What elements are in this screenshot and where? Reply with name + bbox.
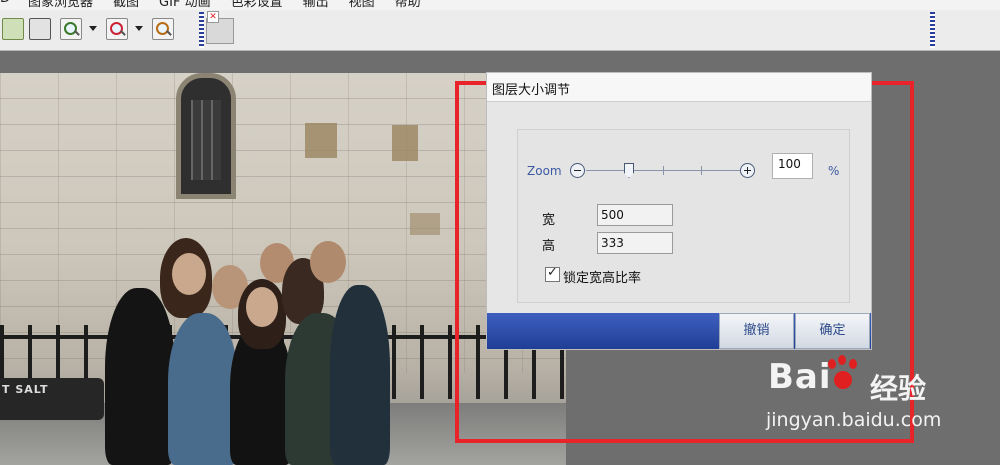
menu-item-image-browser[interactable]: 图象浏览器 — [28, 0, 93, 10]
baidu-paw-icon — [822, 355, 862, 395]
menu-item-output[interactable]: 输出 — [303, 0, 329, 10]
zoom-in-icon[interactable] — [60, 18, 82, 40]
zoom-minus-icon[interactable] — [570, 163, 585, 178]
zoom-out-icon[interactable] — [106, 18, 128, 40]
paste-special-icon[interactable] — [29, 18, 51, 40]
menu-item-screenshot[interactable]: 截图 — [113, 0, 139, 10]
menu-bar: D 图象浏览器 截图 GIF 动画 色彩设置 输出 视图 帮助 — [0, 0, 1000, 10]
zoom-plus-icon[interactable] — [740, 163, 755, 178]
person-head — [246, 287, 278, 327]
dialog-title: 图层大小调节 — [492, 83, 571, 98]
zoom-input[interactable]: 100 — [772, 153, 813, 179]
height-label: 高 — [542, 239, 556, 254]
toolbar: ✕ — [0, 10, 1000, 51]
stone-block — [410, 213, 440, 235]
watermark-url: jingyan.baidu.com — [766, 409, 942, 431]
person-head — [310, 241, 346, 283]
arched-window — [176, 73, 236, 199]
slider-tick — [663, 166, 664, 175]
layer-resize-dialog: 图层大小调节 Zoom 100 % 宽 500 高 333 锁定宽高比率 撤销 … — [487, 73, 871, 349]
lock-ratio-label[interactable]: 锁定宽高比率 — [563, 267, 641, 286]
watermark-tag: 经验 — [870, 372, 927, 405]
person — [330, 285, 390, 465]
zoom-out-dropdown-icon[interactable] — [135, 26, 143, 31]
menu-item-d[interactable]: D — [0, 0, 10, 10]
person — [168, 313, 238, 465]
menu-item-help[interactable]: 帮助 — [395, 0, 421, 10]
toolbar-grip-right[interactable] — [930, 12, 935, 48]
menu-item-gif[interactable]: GIF 动画 — [159, 0, 211, 10]
cancel-button[interactable]: 撤销 — [719, 313, 794, 349]
zoom-in-dropdown-icon[interactable] — [89, 26, 97, 31]
height-input[interactable]: 333 — [597, 232, 673, 254]
zoom-fit-icon[interactable] — [152, 18, 174, 40]
sign-text: T SALT — [2, 383, 49, 396]
dialog-title-bar[interactable]: 图层大小调节 — [487, 73, 871, 102]
stone-block — [305, 123, 337, 158]
width-label: 宽 — [542, 213, 556, 228]
width-input[interactable]: 500 — [597, 204, 673, 226]
broken-image-icon[interactable]: ✕ — [206, 11, 234, 44]
menu-item-view[interactable]: 视图 — [349, 0, 375, 10]
lock-ratio-checkbox[interactable] — [545, 265, 560, 282]
person — [105, 288, 175, 465]
baidu-watermark: Bai 经验 jingyan.baidu.com — [758, 347, 998, 447]
zoom-label: Zoom — [527, 164, 562, 178]
paste-icon[interactable] — [2, 18, 24, 40]
ok-button[interactable]: 确定 — [795, 313, 870, 349]
percent-label: % — [828, 164, 840, 178]
stone-block — [392, 125, 418, 161]
person-head — [172, 253, 206, 295]
toolbar-grip[interactable] — [199, 12, 204, 48]
slider-tick — [701, 166, 702, 175]
menu-item-color[interactable]: 色彩设置 — [231, 0, 283, 10]
